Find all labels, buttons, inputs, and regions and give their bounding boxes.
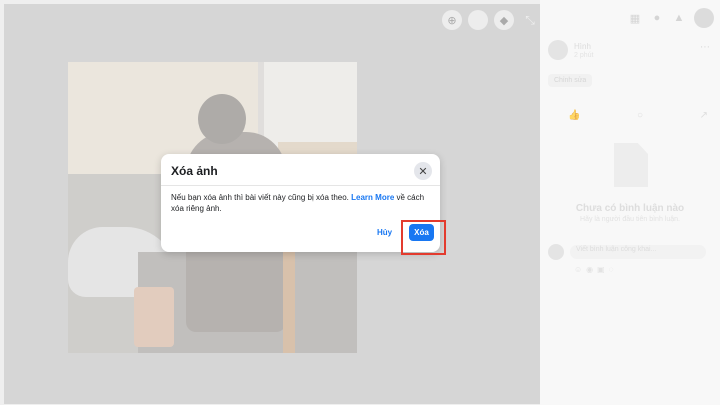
cancel-button[interactable]: Hủy bbox=[377, 228, 392, 237]
learn-more-link[interactable]: Learn More bbox=[351, 193, 394, 202]
dialog-message: Nếu bạn xóa ảnh thì bài viết này cũng bị… bbox=[171, 192, 433, 214]
close-icon[interactable]: ✕ bbox=[414, 162, 432, 180]
dialog-message-prefix: Nếu bạn xóa ảnh thì bài viết này cũng bị… bbox=[171, 193, 349, 202]
delete-photo-dialog: Xóa ảnh ✕ Nếu bạn xóa ảnh thì bài viết n… bbox=[161, 154, 440, 252]
delete-button-highlight bbox=[401, 220, 446, 255]
dialog-divider bbox=[161, 185, 440, 186]
dialog-title: Xóa ảnh bbox=[171, 164, 218, 178]
